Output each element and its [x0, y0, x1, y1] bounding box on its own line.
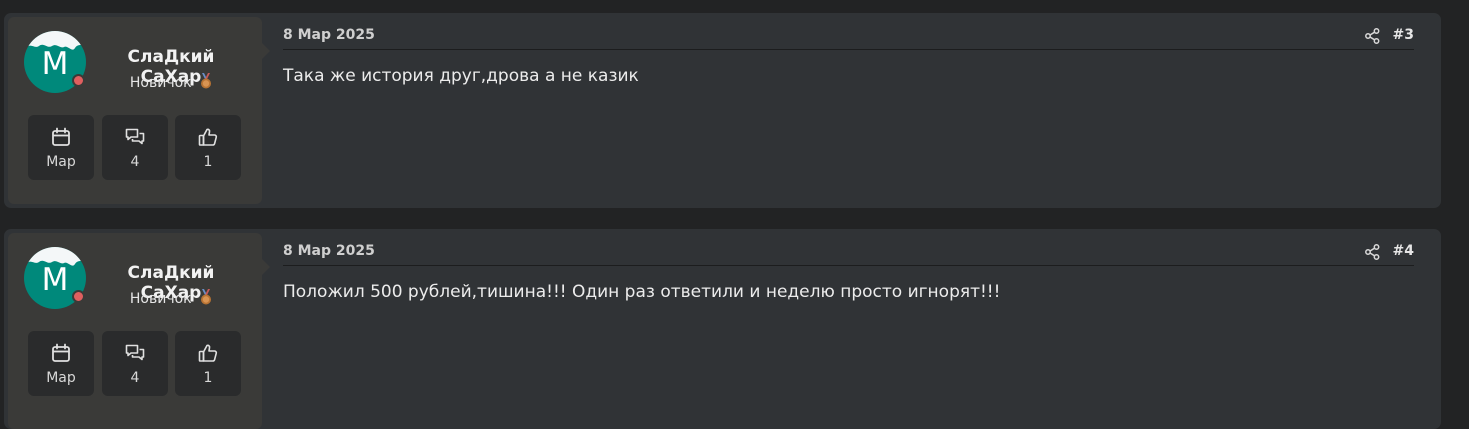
post-date[interactable]: 8 Мар 2025 — [283, 27, 375, 43]
stat-messages[interactable]: 4 — [102, 115, 168, 180]
stat-joined[interactable]: Мар — [28, 331, 94, 396]
user-rank-label: Новичок — [129, 75, 192, 91]
calendar-icon — [52, 127, 70, 146]
stat-reactions[interactable]: 1 — [175, 115, 241, 180]
post-number-link[interactable]: #3 — [1393, 27, 1414, 43]
thumbs-up-icon — [198, 128, 218, 146]
stat-joined[interactable]: Мар — [28, 115, 94, 180]
stat-messages[interactable]: 4 — [102, 331, 168, 396]
thumbs-up-icon — [198, 344, 218, 362]
user-cell: M СлаДкий СаХар Новичок Мар 4 1 — [8, 233, 270, 429]
user-cell: M СлаДкий СаХар Новичок Мар 4 1 — [8, 17, 270, 204]
stat-reactions-value: 1 — [203, 154, 213, 170]
user-rank: Новичок — [98, 73, 244, 91]
share-icon[interactable] — [1365, 28, 1380, 44]
post-number-link[interactable]: #4 — [1393, 243, 1414, 259]
post-date[interactable]: 8 Мар 2025 — [283, 243, 375, 259]
medal-icon — [201, 73, 212, 89]
stat-messages-value: 4 — [130, 370, 140, 386]
stat-messages-value: 4 — [130, 154, 140, 170]
user-rank: Новичок — [98, 289, 244, 307]
medal-icon — [201, 289, 212, 305]
post-body-text: Положил 500 рублей,тишина!!! Один раз от… — [283, 282, 1001, 302]
post-body-text: Така же история друг,дрова а не казик — [283, 66, 639, 86]
stat-reactions[interactable]: 1 — [175, 331, 241, 396]
chat-bubbles-icon — [125, 344, 145, 361]
chat-bubbles-icon — [125, 128, 145, 145]
post: M СлаДкий СаХар Новичок Мар 4 1 8 Мар 20… — [4, 229, 1441, 429]
post: M СлаДкий СаХар Новичок Мар 4 1 8 Мар 20… — [4, 13, 1441, 208]
share-icon[interactable] — [1365, 244, 1380, 260]
stat-joined-value: Мар — [46, 370, 76, 386]
post-header-divider — [283, 49, 1414, 50]
offline-status-dot — [72, 290, 85, 303]
stat-reactions-value: 1 — [203, 370, 213, 386]
calendar-icon — [52, 343, 70, 362]
stat-joined-value: Мар — [46, 154, 76, 170]
post-header-divider — [283, 265, 1414, 266]
user-rank-label: Новичок — [129, 291, 192, 307]
offline-status-dot — [72, 74, 85, 87]
